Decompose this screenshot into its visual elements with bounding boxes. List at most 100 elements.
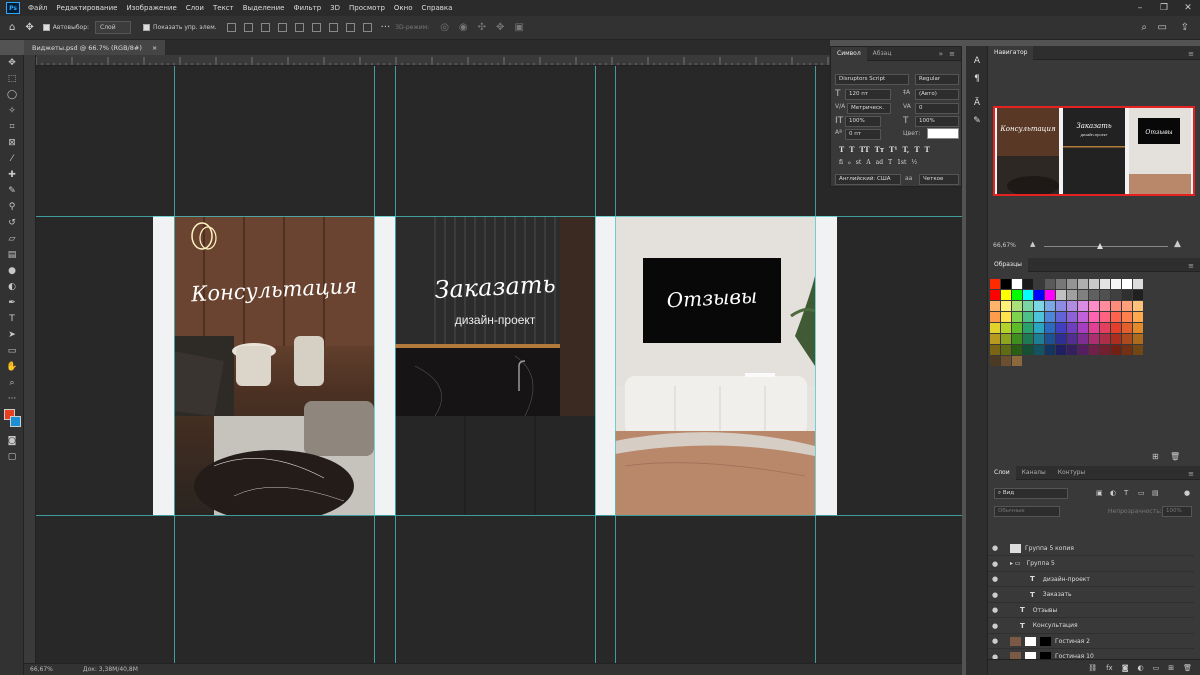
delete-swatch-icon[interactable]: 🗑	[1170, 452, 1180, 461]
new-layer-icon[interactable]: ⊞	[1168, 664, 1174, 672]
color-swatch[interactable]	[1067, 334, 1077, 344]
color-swatch[interactable]	[1023, 290, 1033, 300]
color-swatch[interactable]	[1133, 323, 1143, 333]
color-swatch[interactable]	[990, 356, 1000, 366]
color-swatch[interactable]	[1100, 323, 1110, 333]
color-swatch[interactable]	[1056, 334, 1066, 344]
lasso-tool-icon[interactable]: ◯	[0, 87, 24, 103]
color-swatch[interactable]	[1067, 345, 1077, 355]
color-swatch[interactable]	[1034, 334, 1044, 344]
zoom-level[interactable]: 66,67%	[30, 666, 53, 673]
share-icon[interactable]: ⇪	[1181, 22, 1189, 33]
paragraph-panel-icon[interactable]: ¶	[966, 70, 988, 88]
color-swatch[interactable]	[1012, 345, 1022, 355]
layer-row[interactable]: ● T Консультация	[988, 619, 1194, 634]
menu-file[interactable]: Файл	[28, 4, 47, 12]
faux-italic-button[interactable]: T	[849, 145, 854, 154]
color-swatch[interactable]	[1100, 279, 1110, 289]
visibility-eye-icon[interactable]: ●	[988, 544, 1002, 552]
layer-row[interactable]: ● T Отзывы	[988, 603, 1194, 618]
color-swatch[interactable]	[1056, 279, 1066, 289]
distribute-v-icon[interactable]	[345, 23, 355, 32]
color-swatch[interactable]	[1056, 345, 1066, 355]
fractions-button[interactable]: ½	[911, 159, 917, 166]
add-mask-icon[interactable]: ◙	[1122, 664, 1129, 672]
opacity-field[interactable]: 100%	[1162, 506, 1192, 517]
color-swatch[interactable]	[1012, 323, 1022, 333]
gradient-tool-icon[interactable]: ▤	[0, 247, 24, 263]
3d-roll-icon[interactable]: ◉	[459, 22, 468, 33]
font-family-select[interactable]: Disruptors Script	[835, 74, 909, 85]
align-right-icon[interactable]	[260, 23, 270, 32]
quick-mask-icon[interactable]: ◙	[0, 433, 24, 449]
align-middle-icon[interactable]	[294, 23, 304, 32]
delete-layer-icon[interactable]: 🗑	[1183, 664, 1192, 672]
language-select[interactable]: Английский: США	[835, 174, 901, 185]
visibility-eye-icon[interactable]: ●	[988, 560, 1002, 568]
shape-tool-icon[interactable]: ▭	[0, 343, 24, 359]
color-swatch[interactable]	[1111, 323, 1121, 333]
disc-ligatures-button[interactable]: st	[856, 159, 862, 166]
tab-paragraph[interactable]: Абзац	[867, 47, 898, 61]
tab-layers[interactable]: Слои	[988, 465, 1016, 480]
align-bottom-icon[interactable]	[311, 23, 321, 32]
color-swatch[interactable]	[1034, 312, 1044, 322]
color-swatch[interactable]	[1089, 301, 1099, 311]
color-swatch[interactable]	[1133, 301, 1143, 311]
vertical-scale-field[interactable]: 100%	[845, 116, 881, 127]
zoom-out-icon[interactable]: ▲	[1030, 240, 1035, 248]
dodge-tool-icon[interactable]: ◐	[0, 279, 24, 295]
color-swatch[interactable]	[1133, 312, 1143, 322]
color-swatch[interactable]	[1078, 345, 1088, 355]
type-tool-icon[interactable]: T	[0, 311, 24, 327]
brush-tool-icon[interactable]: ✎	[0, 183, 24, 199]
healing-brush-icon[interactable]: ✚	[0, 167, 24, 183]
color-swatch[interactable]	[1122, 290, 1132, 300]
eyedropper-icon[interactable]: ⁄	[0, 151, 24, 167]
color-swatch[interactable]	[1111, 345, 1121, 355]
color-swatch[interactable]	[990, 345, 1000, 355]
visibility-eye-icon[interactable]: ●	[988, 637, 1002, 645]
superscript-button[interactable]: T¹	[889, 145, 897, 154]
color-swatch[interactable]	[1012, 290, 1022, 300]
tab-navigator[interactable]: Навигатор	[988, 45, 1034, 60]
color-swatch[interactable]	[1012, 334, 1022, 344]
3d-pan-icon[interactable]: ✣	[478, 22, 486, 33]
color-swatch[interactable]	[1023, 301, 1033, 311]
color-swatch[interactable]	[1012, 312, 1022, 322]
filter-smart-icon[interactable]: ▤	[1152, 489, 1159, 497]
collapse-icon[interactable]: »	[939, 50, 943, 58]
document-tab[interactable]: Виджеты.psd @ 66.7% (RGB/8#) ×	[24, 40, 166, 55]
antialias-select[interactable]: Четкое	[919, 174, 959, 185]
color-swatch[interactable]	[1089, 279, 1099, 289]
color-swatch[interactable]	[1100, 334, 1110, 344]
visibility-eye-icon[interactable]: ●	[988, 591, 1002, 599]
color-swatch[interactable]	[990, 279, 1000, 289]
layers-menu-icon[interactable]: ≡	[1188, 470, 1194, 478]
menu-3d[interactable]: 3D	[330, 4, 340, 12]
color-swatch[interactable]	[1089, 334, 1099, 344]
color-swatch[interactable]	[1067, 290, 1077, 300]
menu-layers[interactable]: Слои	[186, 4, 204, 12]
color-swatch[interactable]	[1078, 279, 1088, 289]
layer-mask-thumbnail[interactable]	[1040, 636, 1051, 646]
screen-mode-icon[interactable]: ▢	[0, 449, 24, 465]
color-swatch[interactable]	[1001, 279, 1011, 289]
zoom-slider-handle[interactable]	[1097, 243, 1103, 249]
subscript-button[interactable]: T,	[902, 145, 909, 154]
color-swatch[interactable]	[1078, 323, 1088, 333]
color-swatch[interactable]	[1078, 290, 1088, 300]
tab-character[interactable]: Символ	[831, 46, 867, 61]
new-group-icon[interactable]: ▭	[1153, 664, 1160, 672]
home-icon[interactable]: ⌂	[9, 22, 15, 33]
color-swatch[interactable]	[1122, 279, 1132, 289]
visibility-eye-icon[interactable]: ●	[988, 622, 1002, 630]
zoom-in-icon[interactable]: ▲	[1174, 239, 1181, 249]
more-tools-icon[interactable]: ···	[0, 391, 24, 407]
underline-button[interactable]: T	[914, 145, 919, 154]
tab-channels[interactable]: Каналы	[1016, 466, 1052, 480]
color-swatch[interactable]	[990, 290, 1000, 300]
color-swatch[interactable]	[1023, 279, 1033, 289]
color-swatch[interactable]	[1023, 334, 1033, 344]
navigator-menu-icon[interactable]: ≡	[1188, 50, 1194, 58]
